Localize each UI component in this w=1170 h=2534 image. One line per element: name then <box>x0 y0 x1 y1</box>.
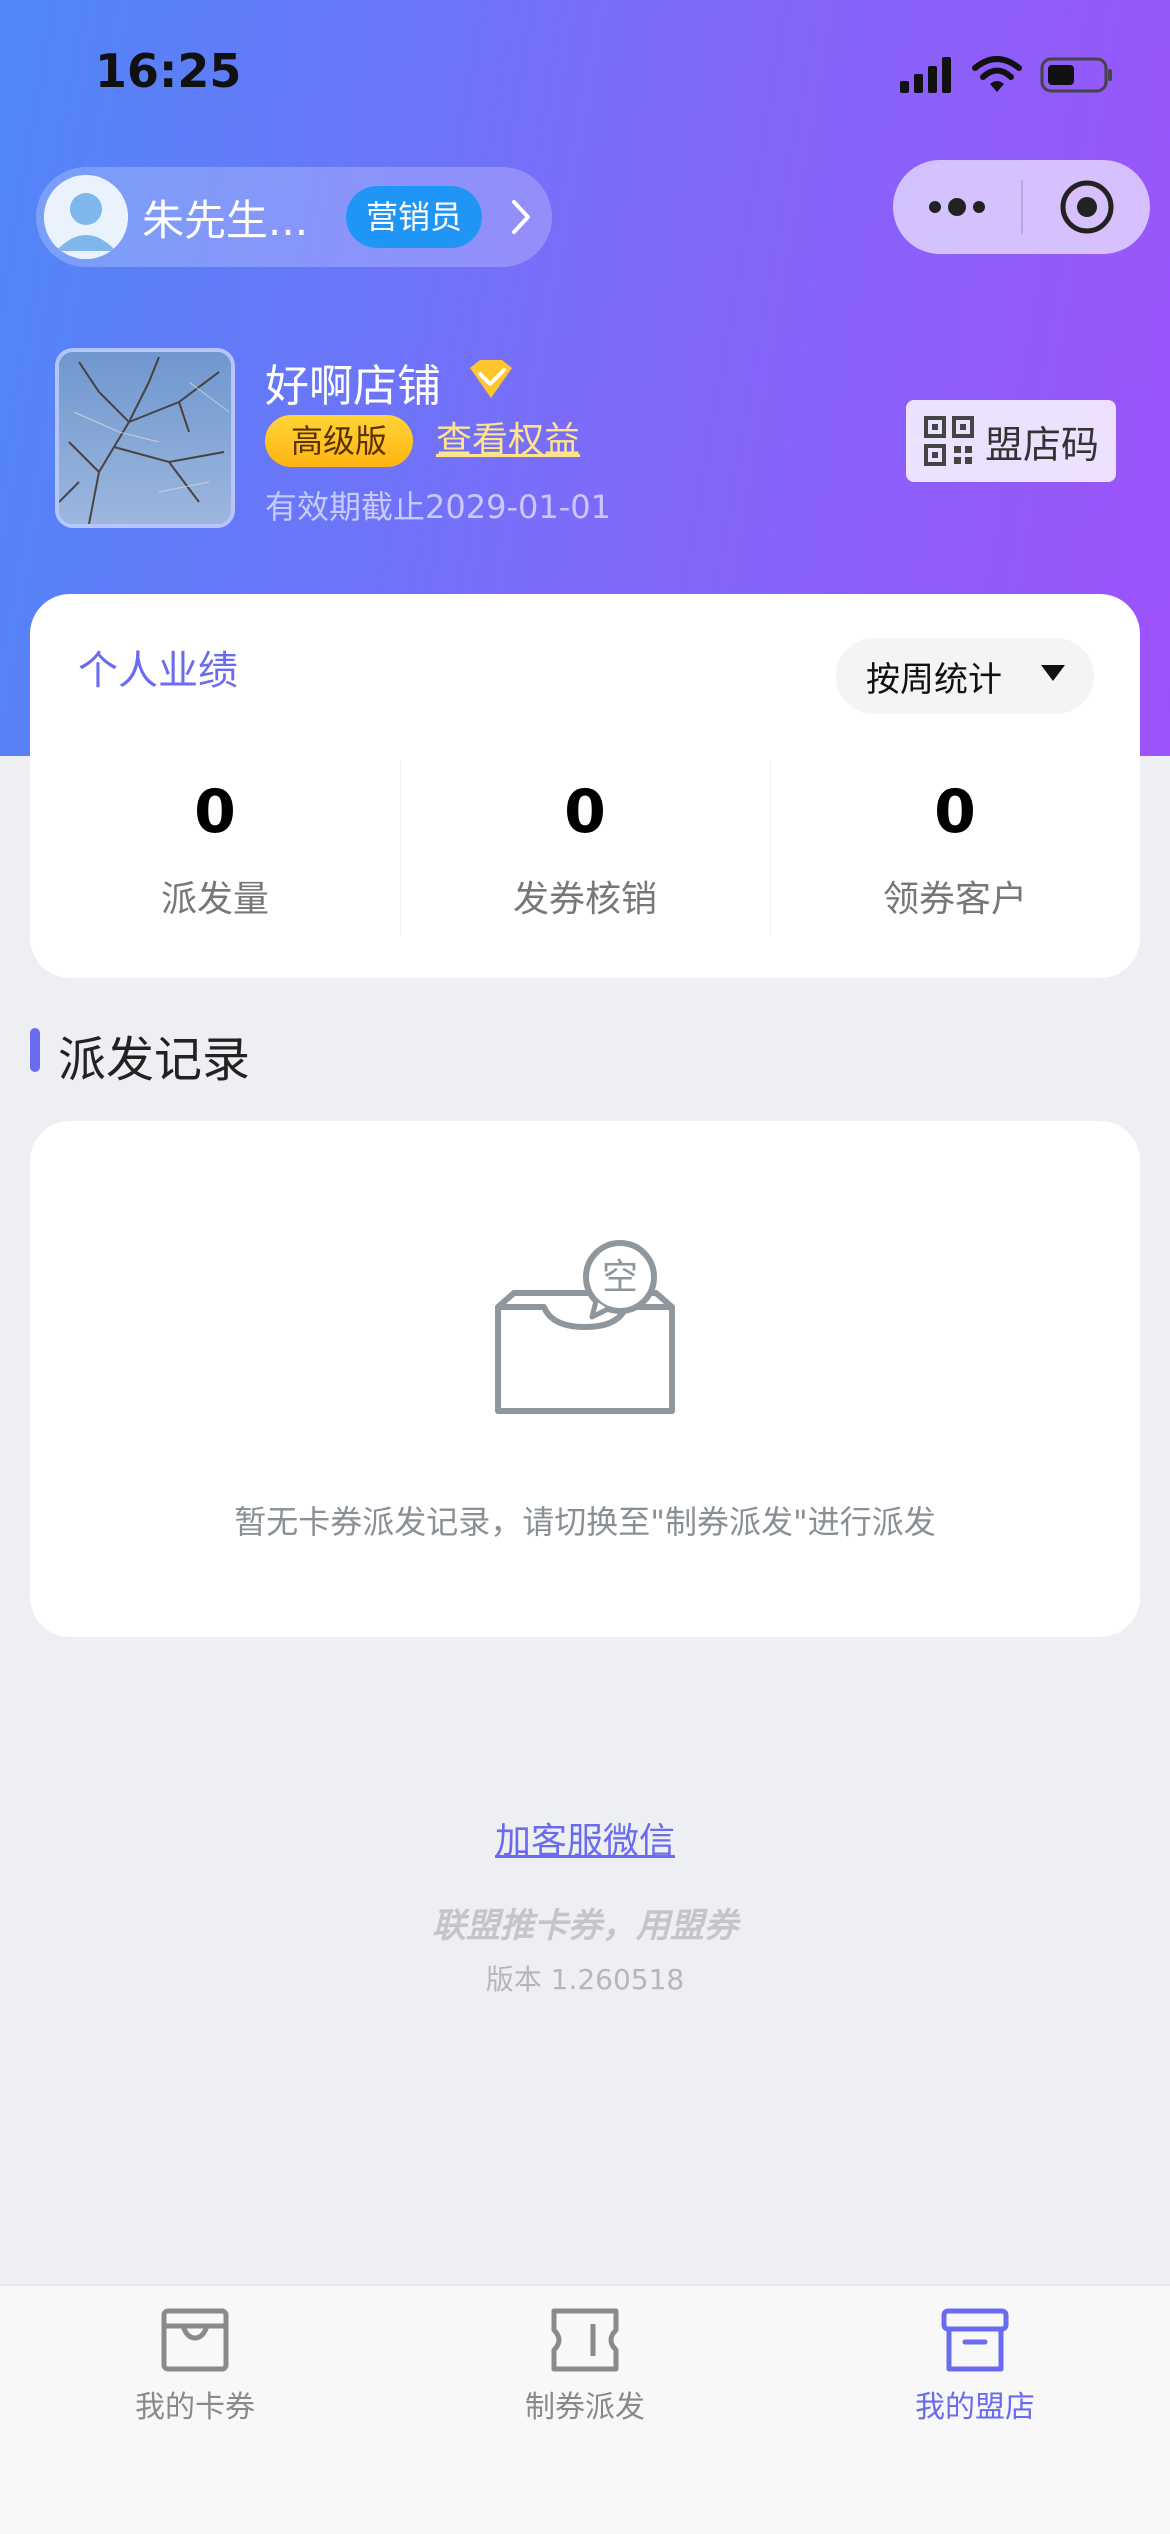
app-version: 版本 1.260518 <box>485 1963 685 1996</box>
records-card: 空 暂无卡券派发记录，请切换至"制券派发"进行派发 <box>30 1121 1140 1637</box>
period-select-value: 按周统计 <box>866 659 1002 700</box>
records-section-title: 派发记录 <box>58 1032 251 1088</box>
status-icons <box>900 52 1114 98</box>
view-benefits-link[interactable]: 查看权益 <box>436 415 580 467</box>
store-qr-button[interactable]: 盟店码 <box>906 400 1116 482</box>
chevron-right-icon <box>512 200 531 234</box>
shop-thumbnail[interactable] <box>55 348 235 528</box>
stat-distributed: 0 派发量 <box>30 760 400 936</box>
stat-label: 派发量 <box>160 879 269 920</box>
shop-name: 好啊店铺 <box>265 361 441 412</box>
store-qr-label: 盟店码 <box>984 422 1099 467</box>
more-menu-button[interactable] <box>893 197 1021 217</box>
stat-redeemed: 0 发券核销 <box>400 760 770 936</box>
expiry-date: 有效期截止2029-01-01 <box>265 488 611 526</box>
signal-icon <box>900 57 951 93</box>
qr-code-icon <box>923 416 974 466</box>
avatar <box>44 175 128 259</box>
user-profile-pill[interactable]: 朱先生... 营销员 <box>36 167 552 267</box>
membership-level-badge: 高级版 <box>265 415 414 467</box>
empty-records-message: 暂无卡券派发记录，请切换至"制券派发"进行派发 <box>234 1503 936 1541</box>
stat-value: 0 <box>194 777 236 847</box>
add-support-wechat-link[interactable]: 加客服微信 <box>0 1812 1170 1864</box>
miniprogram-capsule <box>893 160 1150 254</box>
period-select[interactable]: 按周统计 <box>836 638 1094 714</box>
more-dots-icon <box>929 198 985 216</box>
tab-create-distribute[interactable]: 制券派发 <box>390 2286 780 2534</box>
tab-label: 制券派发 <box>525 2390 645 2425</box>
stat-value: 0 <box>564 777 606 847</box>
empty-badge-text: 空 <box>602 1257 638 1298</box>
app-slogan: 联盟推卡券，用盟券 <box>432 1906 738 1946</box>
user-name: 朱先生... <box>142 195 309 245</box>
status-time: 16:25 <box>95 44 242 98</box>
tab-label: 我的卡券 <box>135 2390 255 2425</box>
personal-performance-card: 个人业绩 按周统计 0 派发量 0 发券核销 0 领券客户 <box>30 594 1140 978</box>
stat-label: 发券核销 <box>512 879 657 920</box>
tab-my-cards[interactable]: 我的卡券 <box>0 2286 390 2534</box>
stat-customers: 0 领券客户 <box>770 760 1140 936</box>
battery-icon <box>1040 57 1112 93</box>
vip-diamond-icon <box>470 360 512 398</box>
target-close-icon <box>1060 180 1113 234</box>
section-accent-bar <box>30 1028 40 1072</box>
empty-box-icon: 空 <box>495 1240 675 1414</box>
tab-label: 我的盟店 <box>915 2390 1035 2425</box>
stat-label: 领券客户 <box>882 879 1027 920</box>
caret-down-icon <box>1041 665 1065 681</box>
stat-value: 0 <box>934 777 976 847</box>
tab-my-store[interactable]: 我的盟店 <box>780 2286 1170 2534</box>
ticket-icon <box>551 2308 619 2372</box>
card-wallet-icon <box>161 2308 229 2372</box>
role-badge: 营销员 <box>346 186 483 248</box>
bottom-tab-bar: 我的卡券 制券派发 我的盟店 <box>0 2284 1170 2534</box>
wifi-icon <box>972 56 1022 92</box>
close-miniprogram-button[interactable] <box>1023 178 1150 236</box>
performance-title: 个人业绩 <box>78 648 238 694</box>
stats-row: 0 派发量 0 发券核销 0 领券客户 <box>30 760 1140 936</box>
store-box-icon <box>941 2308 1009 2372</box>
